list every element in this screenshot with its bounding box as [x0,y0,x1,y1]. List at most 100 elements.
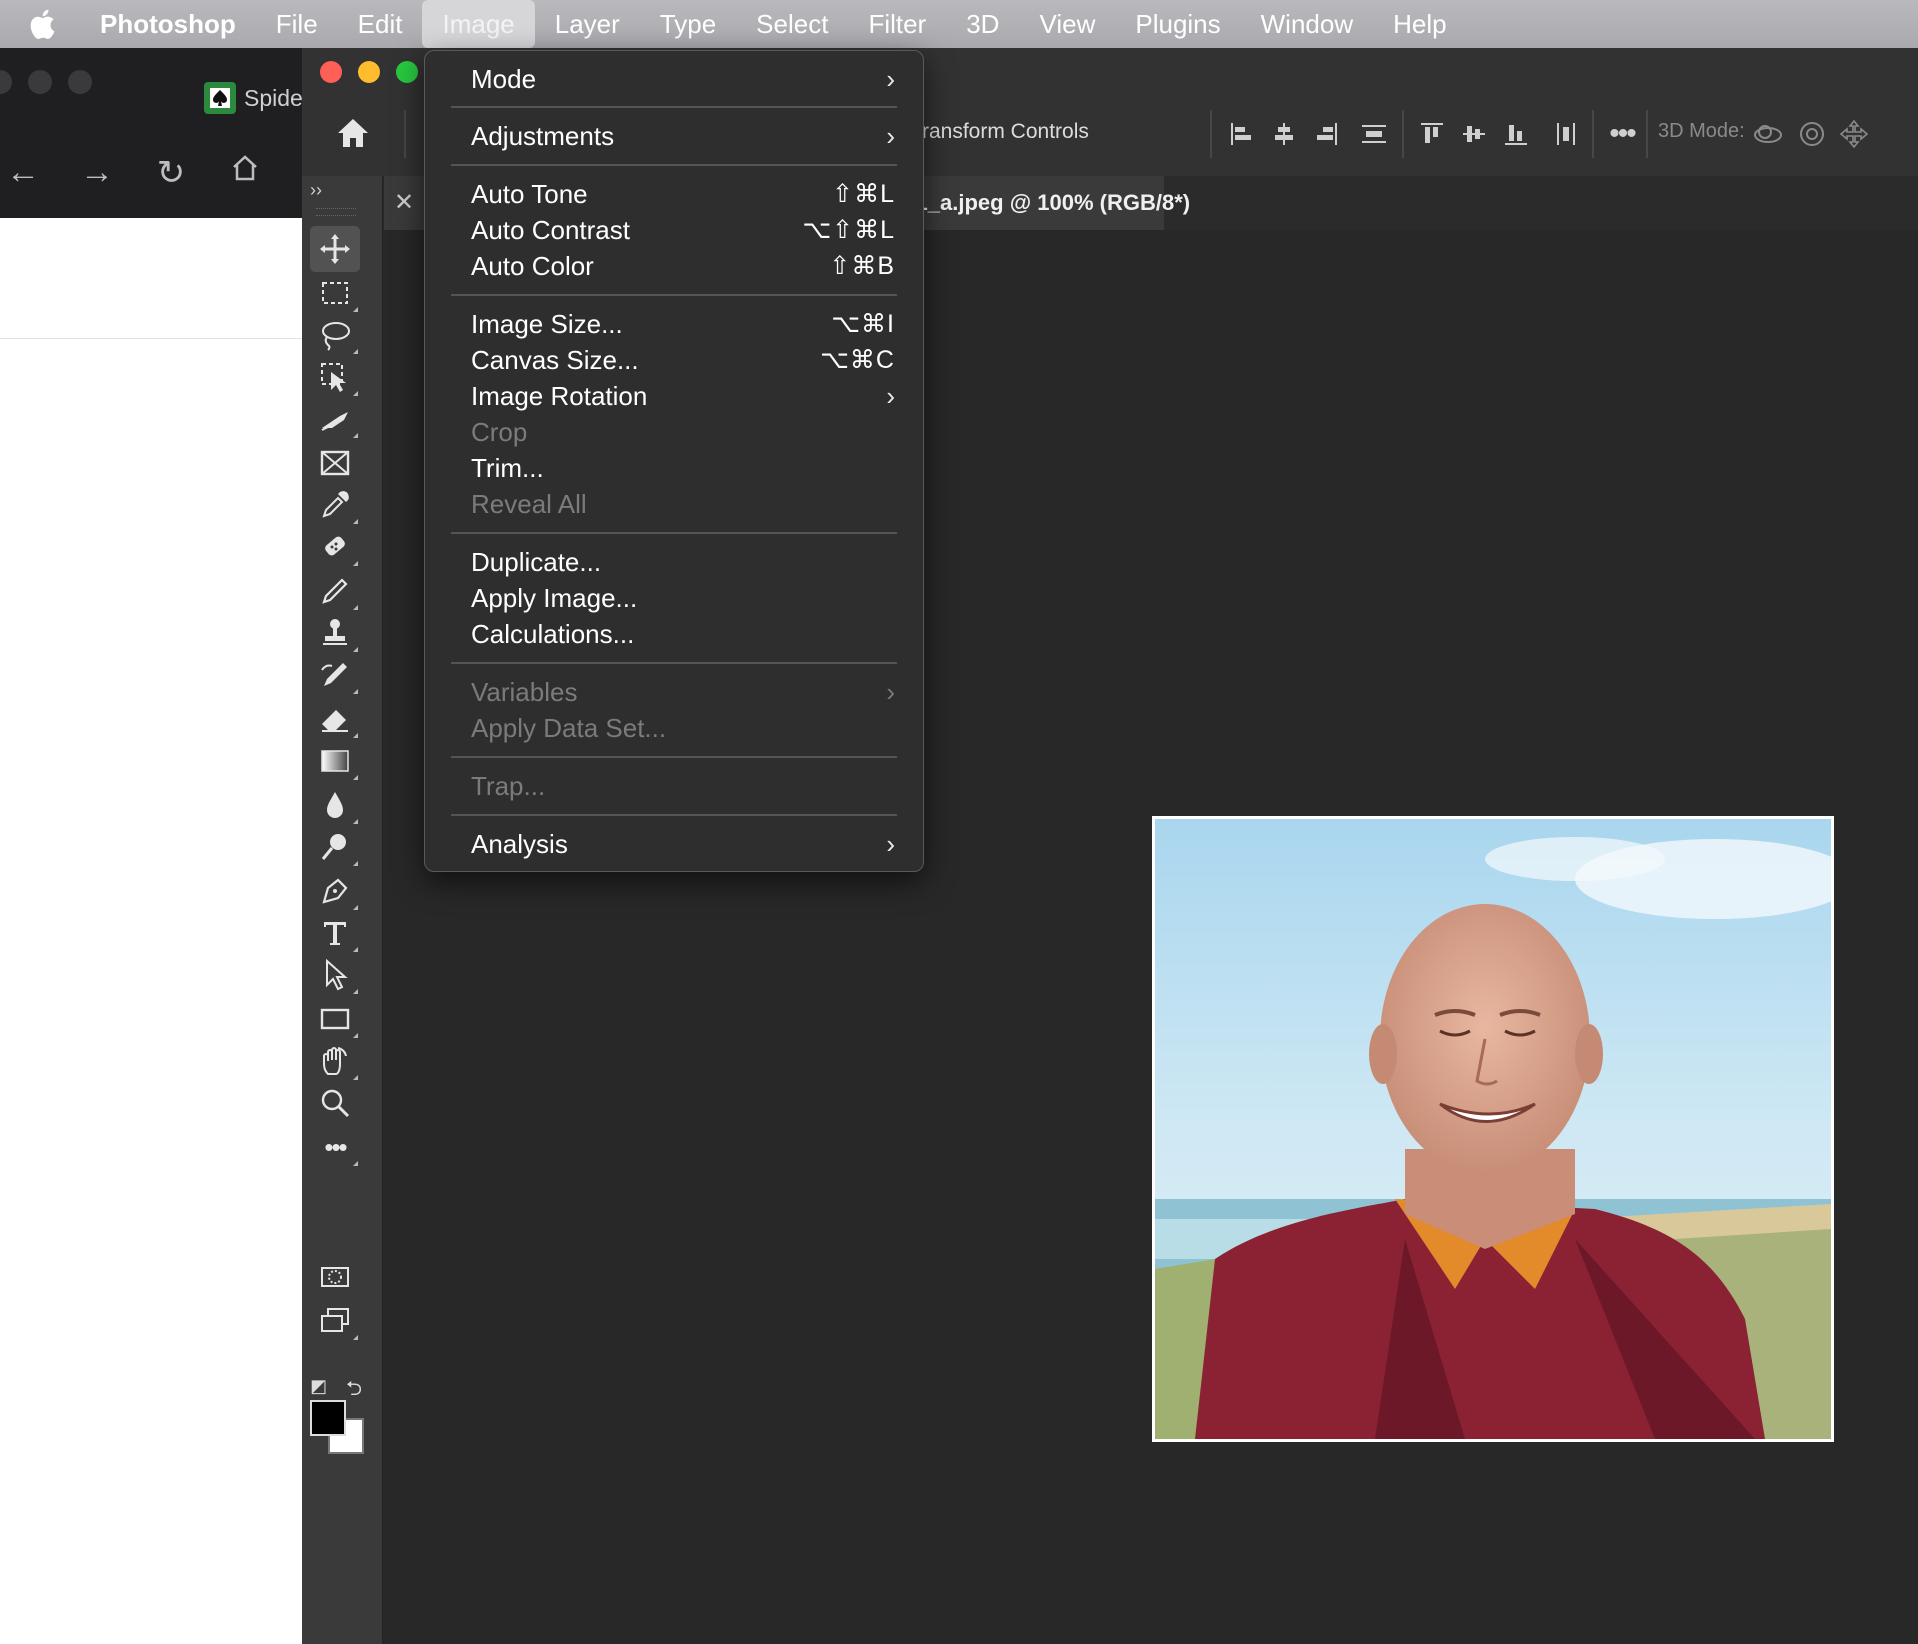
move-tool-icon[interactable] [310,226,360,272]
divider [1402,110,1404,158]
menu-item-trim[interactable]: Trim... [471,450,895,486]
back-arrow-icon[interactable]: ← [6,153,40,193]
image-menu-dropdown: Mode › Adjustments › Auto Tone ⇧⌘L Auto … [424,50,924,872]
panel-grip[interactable] [316,208,356,216]
align-left-icon[interactable] [1220,110,1264,158]
menu-separator [451,532,897,534]
gradient-tool-icon[interactable] [310,738,360,784]
crop-tool-icon[interactable] [310,396,360,442]
home-icon[interactable] [228,153,262,193]
reload-icon[interactable]: ↻ [154,153,188,193]
pen-tool-icon[interactable] [310,868,360,914]
menu-item-apply-image[interactable]: Apply Image... [471,580,895,616]
browser-window: Spide ← → ↻ [0,48,303,1644]
eraser-tool-icon[interactable] [310,696,360,742]
menu-image[interactable]: Image [422,0,535,48]
browser-tab[interactable]: Spide [204,82,303,114]
menu-app-name[interactable]: Photoshop [84,0,256,48]
menu-item-label: Canvas Size... [471,344,639,375]
menu-item-analysis[interactable]: Analysis › [471,826,895,862]
zoom-button[interactable] [396,61,418,83]
zoom-tool-icon[interactable] [310,1080,360,1126]
menu-item-image-rotation[interactable]: Image Rotation › [471,378,895,414]
menu-item-label: Variables [471,676,578,707]
forward-arrow-icon[interactable]: → [80,153,114,193]
close-tab-icon[interactable]: ✕ [394,188,414,217]
type-tool-icon[interactable] [310,910,360,956]
canvas-photo[interactable] [1152,816,1834,1442]
browser-zoom-button[interactable] [68,70,92,94]
menu-separator [451,106,897,108]
menu-file[interactable]: File [256,0,338,48]
menu-layer[interactable]: Layer [535,0,640,48]
quick-mask-icon[interactable] [310,1254,360,1300]
menu-item-label: Adjustments [471,120,615,151]
menu-item-shortcut: ⌥⌘C [820,346,895,374]
menu-item-adjustments[interactable]: Adjustments › [471,118,895,154]
swap-colors-icon[interactable]: ⮌ [346,1374,362,1408]
frame-tool-icon[interactable] [310,440,360,486]
3d-orbit-icon[interactable] [1746,110,1790,158]
minimize-button[interactable] [358,61,380,83]
menu-separator [451,814,897,816]
blur-tool-icon[interactable] [310,782,360,828]
path-selection-tool-icon[interactable] [310,952,360,998]
align-bottom-icon[interactable] [1494,110,1538,158]
default-colors-icon[interactable]: ◩ [310,1376,327,1397]
menu-item-calculations[interactable]: Calculations... [471,616,895,652]
browser-close-button[interactable] [0,70,12,94]
menu-view[interactable]: View [1019,0,1115,48]
menu-select[interactable]: Select [736,0,848,48]
align-right-icon[interactable] [1304,110,1348,158]
hand-tool-icon[interactable] [310,1038,360,1084]
tools-panel: ›› ••• ◩ ⮌ [302,176,383,1644]
menu-item-duplicate[interactable]: Duplicate... [471,544,895,580]
dodge-tool-icon[interactable] [310,824,360,870]
home-button[interactable] [326,108,380,158]
show-transform-controls-label[interactable]: ransform Controls [922,120,1089,144]
browser-minimize-button[interactable] [28,70,52,94]
history-brush-tool-icon[interactable] [310,652,360,698]
3d-pan-icon[interactable] [1832,110,1876,158]
menu-item-label: Apply Image... [471,582,638,613]
align-vertical-center-icon[interactable] [1452,110,1496,158]
edit-toolbar-icon[interactable]: ••• [310,1124,360,1170]
distribute-vertical-icon[interactable] [1352,110,1396,158]
eyedropper-tool-icon[interactable] [310,482,360,528]
menu-item-label: Mode [471,63,537,94]
chevron-right-icon: › [886,380,895,411]
menu-type[interactable]: Type [640,0,736,48]
lasso-tool-icon[interactable] [310,312,360,358]
apple-menu-icon[interactable] [0,9,84,39]
spot-healing-brush-tool-icon[interactable] [310,524,360,570]
menu-help[interactable]: Help [1373,0,1466,48]
browser-tab-title: Spide [244,84,303,111]
align-top-icon[interactable] [1410,110,1454,158]
expand-panel-icon[interactable]: ›› [310,180,322,201]
menu-filter[interactable]: Filter [848,0,946,48]
close-button[interactable] [320,61,342,83]
menu-item-image-size[interactable]: Image Size... ⌥⌘I [471,306,895,342]
object-selection-tool-icon[interactable] [310,354,360,400]
menu-3d[interactable]: 3D [946,0,1019,48]
foreground-color-swatch[interactable] [310,1400,346,1436]
chevron-right-icon: › [886,676,895,707]
brush-tool-icon[interactable] [310,568,360,614]
align-horizontal-center-icon[interactable] [1262,110,1306,158]
menu-plugins[interactable]: Plugins [1115,0,1240,48]
more-options-icon[interactable]: ••• [1600,110,1644,158]
menu-item-auto-tone[interactable]: Auto Tone ⇧⌘L [471,176,895,212]
menu-edit[interactable]: Edit [338,0,423,48]
menu-item-mode[interactable]: Mode › [471,61,895,97]
menu-item-auto-contrast[interactable]: Auto Contrast ⌥⇧⌘L [471,212,895,248]
rectangular-marquee-tool-icon[interactable] [310,270,360,316]
screen-mode-icon[interactable] [310,1298,360,1344]
distribute-horizontal-icon[interactable] [1544,110,1588,158]
menu-item-auto-color[interactable]: Auto Color ⇧⌘B [471,248,895,284]
3d-roll-icon[interactable] [1790,110,1834,158]
menu-window[interactable]: Window [1241,0,1373,48]
rectangle-tool-icon[interactable] [310,996,360,1042]
clone-stamp-tool-icon[interactable] [310,610,360,656]
divider [1646,110,1648,158]
menu-item-canvas-size[interactable]: Canvas Size... ⌥⌘C [471,342,895,378]
